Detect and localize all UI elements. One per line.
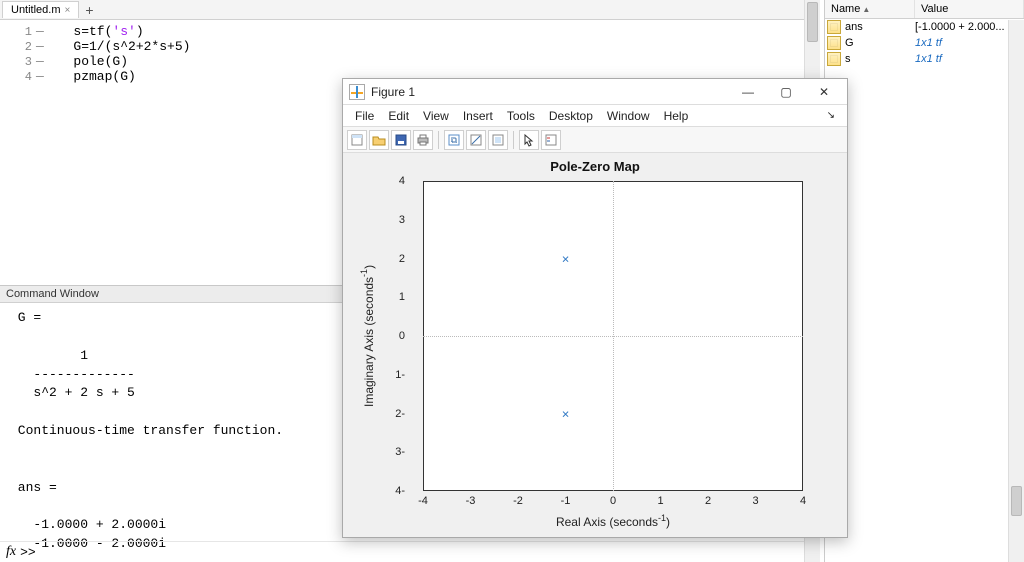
variable-icon <box>825 36 843 50</box>
close-button[interactable]: ✕ <box>807 82 841 102</box>
zoom-in-icon[interactable]: ⧉ <box>444 130 464 150</box>
workspace-scrollbar[interactable] <box>1008 20 1024 562</box>
scrollbar-thumb[interactable] <box>1011 486 1022 516</box>
print-icon[interactable] <box>413 130 433 150</box>
breakpoint-dash[interactable]: — <box>36 69 50 84</box>
menu-help[interactable]: Help <box>658 107 695 125</box>
code-text[interactable]: s=tf('s') <box>50 24 144 39</box>
toolbar-separator <box>513 131 514 149</box>
command-prompt: >> <box>20 545 36 560</box>
workspace-row[interactable]: ans[-1.0000 + 2.000... <box>825 19 1024 35</box>
data-cursor-icon[interactable] <box>488 130 508 150</box>
insert-legend-icon[interactable] <box>541 130 561 150</box>
x-tick: 3 <box>752 495 758 507</box>
gridline-y0 <box>613 181 614 491</box>
scrollbar-thumb[interactable] <box>807 2 818 42</box>
line-number: 3 <box>0 55 36 69</box>
x-tick: -2 <box>513 495 523 507</box>
code-text[interactable]: G=1/(s^2+2*s+5) <box>50 39 190 54</box>
menu-window[interactable]: Window <box>601 107 656 125</box>
fx-icon: fx <box>6 544 16 560</box>
pointer-icon[interactable] <box>519 130 539 150</box>
x-tick: 2 <box>705 495 711 507</box>
close-icon[interactable]: × <box>65 5 71 16</box>
minimize-button[interactable]: — <box>731 82 765 102</box>
menu-edit[interactable]: Edit <box>382 107 415 125</box>
menubar-overflow-icon[interactable]: ↘ <box>821 108 841 123</box>
sort-asc-icon: ▲ <box>862 5 870 14</box>
open-icon[interactable] <box>369 130 389 150</box>
pole-marker[interactable]: × <box>562 406 570 421</box>
breakpoint-dash[interactable]: — <box>36 24 50 39</box>
variable-name: ans <box>843 21 915 33</box>
editor-tabbar: Untitled.m × + <box>0 0 820 20</box>
command-prompt-row[interactable]: fx >> <box>0 541 820 562</box>
code-line[interactable]: 2— G=1/(s^2+2*s+5) <box>0 39 820 54</box>
menu-desktop[interactable]: Desktop <box>543 107 599 125</box>
code-line[interactable]: 1— s=tf('s') <box>0 24 820 39</box>
breakpoint-dash[interactable]: — <box>36 54 50 69</box>
menu-insert[interactable]: Insert <box>457 107 499 125</box>
line-number: 2 <box>0 40 36 54</box>
figure-title: Figure 1 <box>371 85 731 99</box>
figure-menubar: FileEditViewInsertToolsDesktopWindowHelp… <box>343 105 847 127</box>
workspace-col-value[interactable]: Value <box>915 0 1024 18</box>
figure-titlebar[interactable]: Figure 1 — ▢ ✕ <box>343 79 847 105</box>
workspace-header: Name▲ Value <box>825 0 1024 19</box>
toolbar-separator <box>438 131 439 149</box>
editor-tab-untitled[interactable]: Untitled.m × <box>2 1 79 18</box>
pole-marker[interactable]: × <box>562 251 570 266</box>
variable-icon <box>825 20 843 34</box>
figure-window[interactable]: Figure 1 — ▢ ✕ FileEditViewInsertToolsDe… <box>342 78 848 538</box>
figure-client[interactable]: Pole-Zero Map Real Axis (seconds-1) Imag… <box>343 153 847 537</box>
line-number: 1 <box>0 25 36 39</box>
variable-name: G <box>843 37 915 49</box>
x-tick: 4 <box>800 495 806 507</box>
line-number: 4 <box>0 70 36 84</box>
workspace-row[interactable]: G1x1 tf <box>825 35 1024 51</box>
maximize-button[interactable]: ▢ <box>769 82 803 102</box>
y-axis-label: Imaginary Axis (seconds-1) <box>359 181 376 491</box>
window-buttons: — ▢ ✕ <box>731 82 841 102</box>
variable-name: s <box>843 53 915 65</box>
menu-view[interactable]: View <box>417 107 455 125</box>
workspace-col-name[interactable]: Name▲ <box>825 0 915 18</box>
editor-tab-label: Untitled.m <box>11 4 61 16</box>
menu-tools[interactable]: Tools <box>501 107 541 125</box>
new-figure-icon[interactable] <box>347 130 367 150</box>
workspace-rows: ans[-1.0000 + 2.000...G1x1 tfs1x1 tf <box>825 19 1024 67</box>
variable-icon <box>825 52 843 66</box>
x-tick: -4 <box>418 495 428 507</box>
x-axis-label: Real Axis (seconds-1) <box>423 513 803 529</box>
breakpoint-dash[interactable]: — <box>36 39 50 54</box>
save-icon[interactable] <box>391 130 411 150</box>
code-line[interactable]: 3— pole(G) <box>0 54 820 69</box>
x-tick: -1 <box>561 495 571 507</box>
matlab-figure-icon <box>349 84 365 100</box>
figure-toolbar: ⧉ <box>343 127 847 153</box>
add-tab-button[interactable]: + <box>79 2 99 18</box>
workspace-panel: Name▲ Value ans[-1.0000 + 2.000...G1x1 t… <box>824 0 1024 562</box>
chart-title: Pole-Zero Map <box>343 159 847 174</box>
code-text[interactable]: pole(G) <box>50 54 128 69</box>
code-text[interactable]: pzmap(G) <box>50 69 136 84</box>
workspace-row[interactable]: s1x1 tf <box>825 51 1024 67</box>
menu-file[interactable]: File <box>349 107 380 125</box>
svg-text:⧉: ⧉ <box>451 135 458 145</box>
x-tick: -3 <box>466 495 476 507</box>
x-tick: 1 <box>657 495 663 507</box>
rotate-icon[interactable] <box>466 130 486 150</box>
x-tick: 0 <box>610 495 616 507</box>
